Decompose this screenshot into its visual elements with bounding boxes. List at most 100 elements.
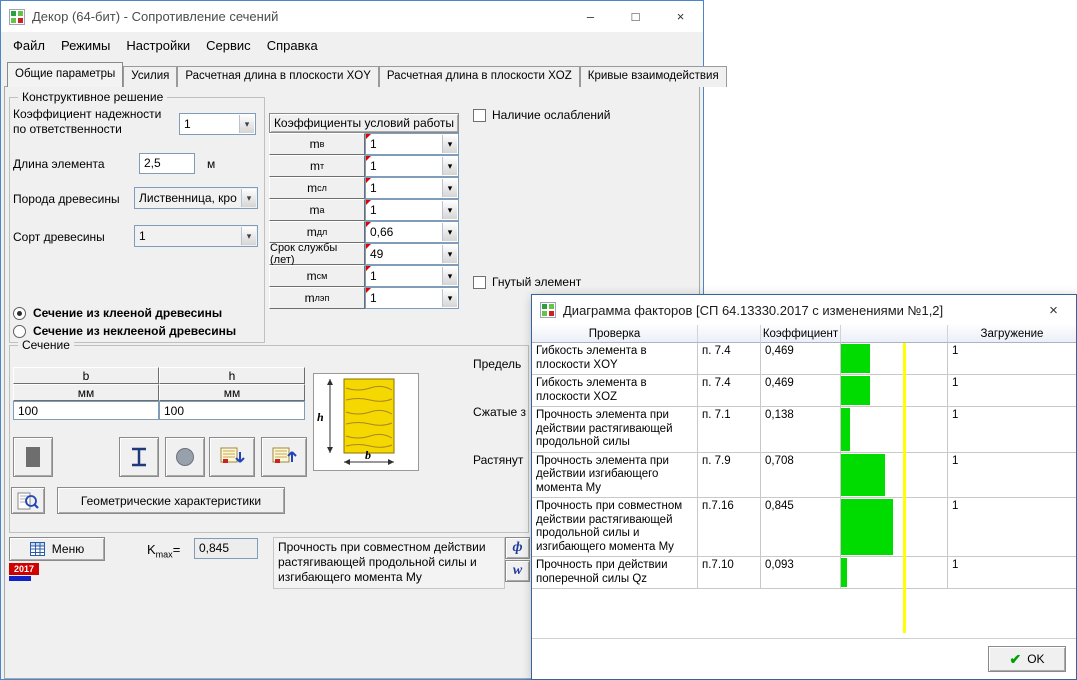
menu-item-modes[interactable]: Режимы — [53, 32, 118, 59]
ref-cell: п. 7.4 — [698, 375, 761, 407]
ibeam-icon — [132, 447, 146, 467]
logo-blue-bar — [9, 576, 31, 581]
coef-sub: в — [319, 139, 325, 149]
checkbox-weakening[interactable]: Наличие ослаблений — [473, 108, 610, 122]
checkbox-box[interactable] — [473, 275, 486, 289]
coef-combo[interactable]: 1 ▾ — [365, 155, 459, 177]
save-section-button[interactable] — [209, 437, 255, 477]
load-section-button[interactable] — [261, 437, 307, 477]
w-button[interactable]: w — [505, 560, 530, 582]
coef-combo[interactable]: 1 ▾ — [365, 287, 459, 309]
chevron-down-icon[interactable]: ▾ — [241, 189, 256, 207]
dialog-titlebar[interactable]: Диаграмма факторов [СП 64.13330.2017 с и… — [532, 295, 1076, 325]
dialog-close-button[interactable]: × — [1031, 295, 1076, 325]
circle-icon — [176, 448, 194, 466]
coef-label: mа — [269, 199, 365, 221]
app-icon — [9, 8, 25, 25]
load-cell: 1 — [948, 498, 1076, 557]
col-header-b: b — [13, 367, 159, 384]
app-icon — [540, 302, 556, 318]
grade-combo[interactable]: 1 ▾ — [134, 225, 258, 247]
ok-button[interactable]: ✔ OK — [988, 646, 1066, 672]
radio-label: Сечение из неклееной древесины — [33, 324, 237, 338]
chevron-down-icon[interactable]: ▾ — [442, 223, 457, 241]
load-cell: 1 — [948, 557, 1076, 589]
chevron-down-icon[interactable]: ▾ — [442, 201, 457, 219]
menu-item-file[interactable]: Файл — [5, 32, 53, 59]
checkbox-bent-element[interactable]: Гнутый элемент — [473, 275, 581, 289]
width-input[interactable]: 100 — [13, 401, 159, 420]
menu-button[interactable]: Меню — [9, 537, 105, 561]
required-mark — [366, 156, 371, 161]
coef-sub: т — [319, 161, 325, 171]
reliability-combo[interactable]: 1 ▾ — [179, 113, 256, 135]
radio-glued-section[interactable]: Сечение из клееной древесины — [13, 306, 222, 320]
coef-row-mv: mв 1 ▾ — [269, 133, 459, 155]
ref-cell: п. 7.4 — [698, 343, 761, 375]
chevron-down-icon[interactable]: ▾ — [442, 157, 457, 175]
menu-grid-icon — [29, 542, 45, 556]
table-row[interactable]: Прочность элемента при действии изгибающ… — [532, 452, 1076, 498]
table-row[interactable]: Прочность при совместном действии растяг… — [532, 498, 1076, 557]
radio-nonglued-section[interactable]: Сечение из неклееной древесины — [13, 324, 236, 338]
coef-value: 1 — [370, 181, 377, 195]
tab-general-parameters[interactable]: Общие параметры — [7, 62, 124, 87]
table-row[interactable]: Прочность элемента при действии растягив… — [532, 407, 1076, 453]
table-row[interactable]: Прочность при действии поперечной силы Q… — [532, 557, 1076, 589]
geometry-button[interactable]: Геометрические характеристики — [57, 487, 285, 514]
coef-sub: см — [316, 271, 328, 281]
maximize-button[interactable]: □ — [613, 1, 658, 32]
length-input[interactable]: 2,5 — [139, 153, 195, 174]
grade-value: 1 — [139, 229, 146, 243]
chevron-down-icon[interactable]: ▾ — [241, 227, 256, 245]
coef-sub: дл — [316, 227, 328, 237]
rectangle-icon — [26, 447, 40, 467]
coef-combo[interactable]: 49 ▾ — [365, 243, 459, 265]
tab-strip: Общие параметры Усилия Расчетная длина в… — [7, 62, 727, 87]
shape-ibeam-button[interactable] — [119, 437, 159, 477]
view-section-button[interactable] — [11, 487, 45, 514]
tab-forces[interactable]: Усилия — [123, 66, 178, 87]
coef-label: mт — [269, 155, 365, 177]
coef-combo[interactable]: 1 ▾ — [365, 133, 459, 155]
bar-cell — [841, 557, 948, 589]
menu-item-service[interactable]: Сервис — [198, 32, 259, 59]
menu-item-help[interactable]: Справка — [259, 32, 326, 59]
coef-sub: лэп — [314, 293, 330, 303]
minimize-button[interactable]: – — [568, 1, 613, 32]
chevron-down-icon[interactable]: ▾ — [239, 115, 254, 133]
shape-rectangle-button[interactable] — [13, 437, 53, 477]
required-mark — [366, 200, 371, 205]
unit-b: мм — [13, 384, 159, 401]
tab-length-xoz[interactable]: Расчетная длина в плоскости XOZ — [378, 66, 580, 87]
coef-row-msl: m сл 1 ▾ — [269, 177, 459, 199]
coef-combo[interactable]: 1 ▾ — [365, 177, 459, 199]
phi-button[interactable]: ф — [505, 537, 530, 559]
factor-bar — [841, 408, 850, 451]
height-input[interactable]: 100 — [159, 401, 305, 420]
menu-item-settings[interactable]: Настройки — [118, 32, 198, 59]
work-factors-header-button[interactable]: Коэффициенты условий работы — [269, 113, 459, 133]
tab-interaction-curves[interactable]: Кривые взаимодействия — [579, 66, 727, 87]
species-combo[interactable]: Лиственница, кро ▾ — [134, 187, 258, 209]
main-titlebar[interactable]: Декор (64-бит) - Сопротивление сечений –… — [1, 1, 703, 32]
coef-combo[interactable]: 1 ▾ — [365, 199, 459, 221]
tab-length-xoy[interactable]: Расчетная длина в плоскости XOY — [177, 66, 379, 87]
chevron-down-icon[interactable]: ▾ — [442, 135, 457, 153]
coef-base: Срок службы (лет) — [270, 242, 338, 266]
table-row[interactable]: Гибкость элемента в плоскости XOY п. 7.4… — [532, 343, 1076, 375]
close-button[interactable]: × — [658, 1, 703, 32]
chevron-down-icon[interactable]: ▾ — [442, 179, 457, 197]
chevron-down-icon[interactable]: ▾ — [442, 289, 457, 307]
shape-circle-button[interactable] — [165, 437, 205, 477]
chevron-down-icon[interactable]: ▾ — [442, 245, 457, 263]
factor-table: Проверка Коэффициент Загружение Гибкость… — [532, 325, 1076, 633]
checkbox-box[interactable] — [473, 108, 486, 122]
table-row[interactable]: Гибкость элемента в плоскости XOZ п. 7.4… — [532, 375, 1076, 407]
magnifier-icon — [17, 492, 39, 509]
coef-combo[interactable]: 1 ▾ — [365, 265, 459, 287]
coef-combo[interactable]: 0,66 ▾ — [365, 221, 459, 243]
radio-box[interactable] — [13, 324, 26, 338]
radio-box[interactable] — [13, 306, 26, 320]
chevron-down-icon[interactable]: ▾ — [442, 267, 457, 285]
